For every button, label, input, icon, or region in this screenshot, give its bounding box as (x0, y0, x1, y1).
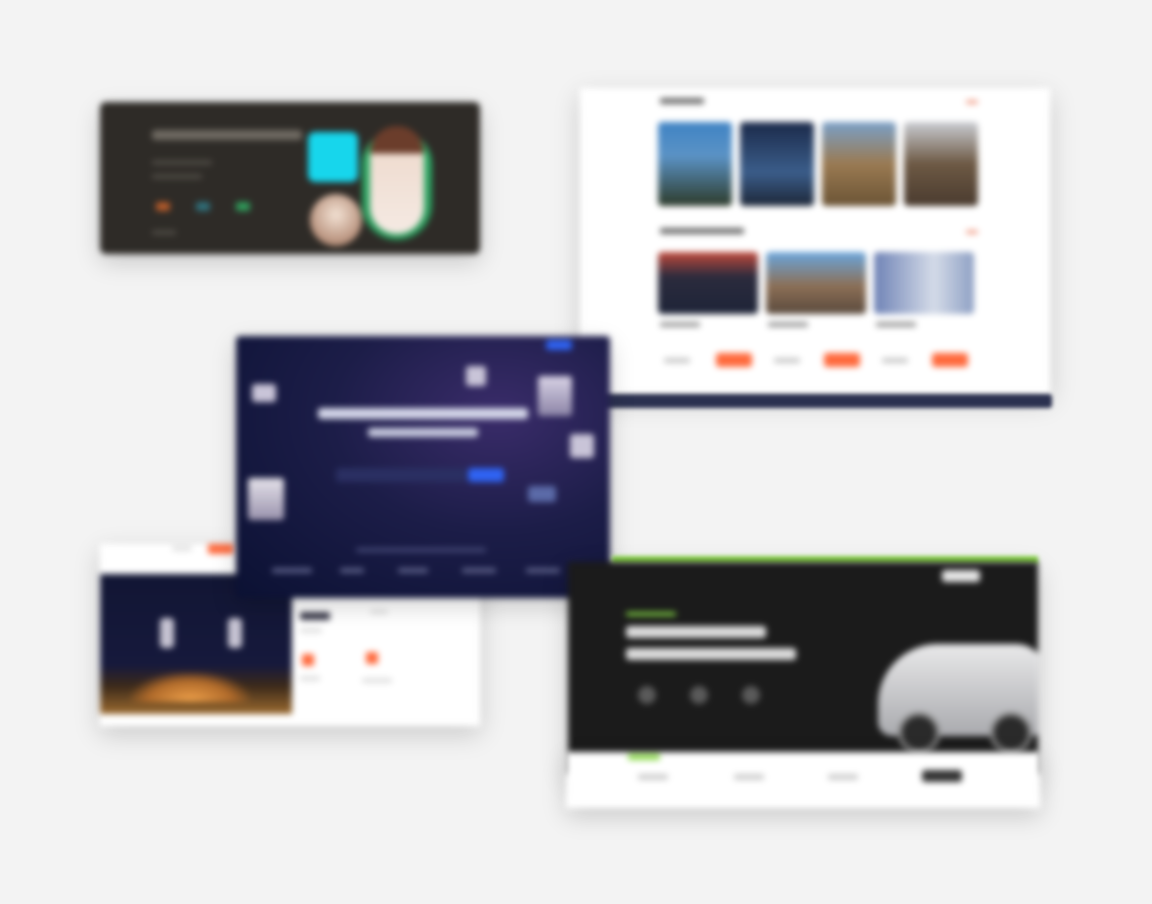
text-line (362, 678, 392, 683)
building-image (874, 252, 974, 314)
listing-caption (876, 322, 916, 327)
preview-card-tech (236, 336, 610, 598)
feature-icon (302, 654, 314, 666)
filter-tab[interactable] (828, 774, 858, 780)
building-image (766, 252, 866, 314)
price-text (882, 358, 908, 363)
preview-card-car-dealer (568, 562, 1038, 774)
building-image (658, 122, 732, 206)
text-line (152, 230, 176, 235)
card-heading (152, 130, 302, 140)
building-image (658, 252, 758, 314)
car-dealer-footer (566, 752, 1040, 808)
floating-photo (248, 478, 284, 520)
hero-heading (318, 408, 528, 419)
preview-card-team (100, 102, 480, 254)
email-input[interactable] (336, 468, 466, 482)
social-icon (196, 202, 210, 211)
header-button[interactable] (546, 340, 572, 350)
subscribe-button[interactable] (468, 468, 504, 482)
avatar (310, 194, 362, 246)
section-label (660, 98, 704, 104)
price-text (664, 358, 690, 363)
text-line (370, 610, 388, 614)
text-line (152, 160, 212, 165)
hero-heading-line2 (368, 428, 478, 437)
social-icon (156, 202, 170, 211)
building-image (904, 122, 978, 206)
price-text (774, 358, 800, 363)
heading-text (300, 612, 330, 620)
active-tab-indicator (628, 754, 660, 760)
partner-logo (340, 568, 364, 573)
feature-icon (366, 652, 378, 664)
search-button[interactable] (922, 770, 962, 782)
see-all-link (966, 100, 978, 104)
partner-logo (462, 568, 496, 573)
floating-tile (466, 366, 486, 386)
floating-photo (538, 376, 572, 416)
nav-button[interactable] (208, 544, 234, 554)
cyan-block (308, 132, 358, 182)
filter-tab[interactable] (638, 774, 668, 780)
filter-tab[interactable] (734, 774, 764, 780)
listing-caption (660, 322, 700, 327)
feature-icon (742, 686, 760, 704)
view-button[interactable] (716, 353, 752, 367)
stage-lights (130, 672, 250, 702)
social-icon (236, 202, 250, 211)
performer-figure (228, 618, 242, 648)
text-line (152, 174, 202, 179)
feature-icon (690, 686, 708, 704)
partner-logo (398, 568, 428, 573)
dark-footer-strip (600, 394, 1052, 408)
floating-tile (570, 434, 594, 458)
building-image (822, 122, 896, 206)
header-button[interactable] (942, 570, 980, 582)
nav-text (172, 546, 192, 551)
partner-logo (526, 568, 560, 573)
see-all-link (966, 230, 978, 234)
listing-caption (768, 322, 808, 327)
eyebrow-line (626, 612, 676, 616)
view-button[interactable] (932, 353, 968, 367)
caption-line (356, 548, 486, 552)
hero-heading (626, 626, 766, 638)
view-button[interactable] (824, 353, 860, 367)
building-image (740, 122, 814, 206)
car-wheel (898, 712, 940, 754)
floating-tile (252, 384, 276, 402)
preview-card-real-estate (580, 88, 1050, 394)
performer-figure (160, 618, 174, 648)
hero-heading-line2 (626, 648, 796, 660)
profile-photo (370, 126, 424, 234)
section-label (660, 228, 744, 234)
text-line (300, 676, 320, 681)
car-wheel (990, 712, 1032, 754)
partner-logo (272, 568, 312, 573)
feature-icon (638, 686, 656, 704)
text-line (300, 628, 322, 633)
floating-tile (528, 486, 556, 502)
